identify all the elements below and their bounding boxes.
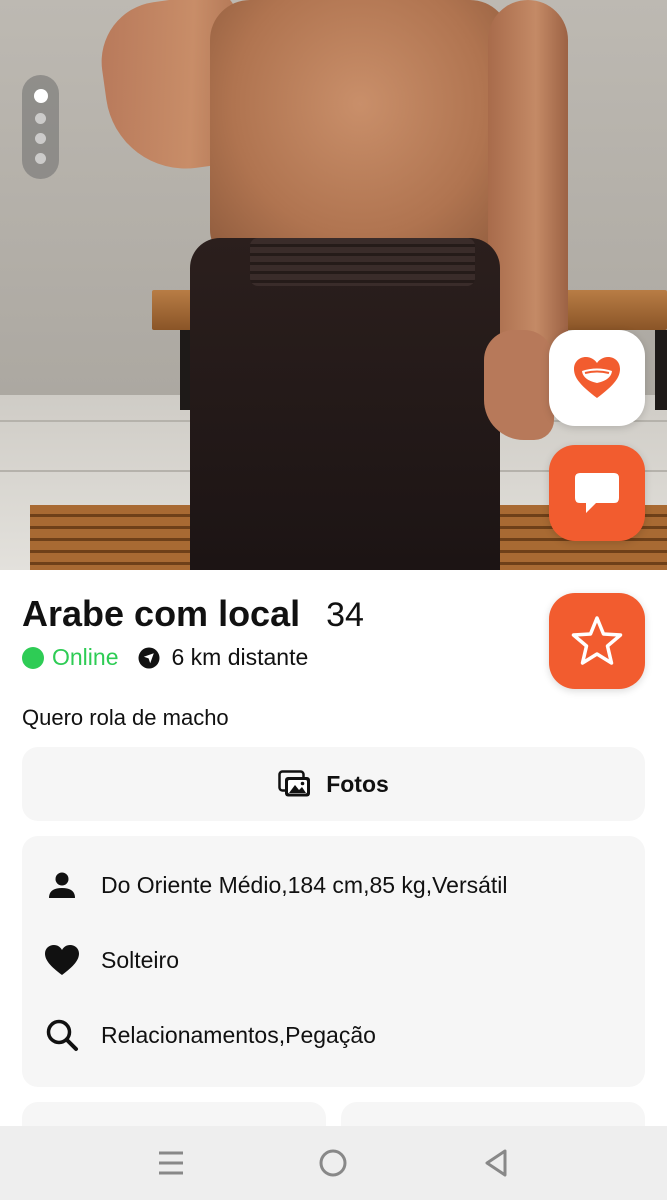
pager-dot[interactable] [35,113,46,124]
person-icon [42,870,82,900]
pager-dot[interactable] [35,133,46,144]
pager-dot[interactable] [35,153,46,164]
photos-button[interactable]: Fotos [22,747,645,821]
back-icon [485,1149,507,1177]
photos-icon [278,770,312,798]
like-button[interactable] [549,330,645,426]
distance-text: 6 km distante [171,644,309,670]
detail-relationship-text: Solteiro [101,946,179,973]
profile-name: Arabe com local [22,593,301,634]
chat-button[interactable] [549,445,645,541]
photo-pager[interactable] [22,75,59,179]
detail-row-body: Do Oriente Médio,184 cm,85 kg,Versátil [42,870,508,900]
profile-header: Arabe com local 34 [22,593,364,635]
details-card: Do Oriente Médio,184 cm,85 kg,Versátil S… [22,836,645,1087]
pager-dot-active[interactable] [33,89,48,103]
photos-label: Fotos [326,770,389,797]
back-button[interactable] [466,1133,526,1193]
location-arrow-icon [138,647,160,669]
detail-row-looking-for: Relacionamentos,Pegação [42,1018,376,1052]
smile-heart-icon [574,357,620,398]
menu-button[interactable] [141,1133,201,1193]
chat-bubble-icon [575,473,619,513]
detail-row-relationship: Solteiro [42,944,179,976]
heart-icon [42,944,82,976]
menu-icon [159,1151,184,1175]
detail-looking-for-text: Relacionamentos,Pegação [101,1021,376,1048]
online-status: Online [52,644,119,670]
online-indicator-icon [22,646,44,669]
profile-bio: Quero rola de macho [22,705,229,730]
status-row: Online 6 km distante [22,644,308,671]
home-icon [319,1149,347,1177]
star-icon [571,616,623,665]
profile-age: 34 [326,596,364,634]
system-nav-bar [0,1126,667,1200]
favorite-button[interactable] [549,593,645,689]
search-icon [42,1018,82,1052]
home-button[interactable] [303,1133,363,1193]
detail-body-text: Do Oriente Médio,184 cm,85 kg,Versátil [101,871,508,898]
